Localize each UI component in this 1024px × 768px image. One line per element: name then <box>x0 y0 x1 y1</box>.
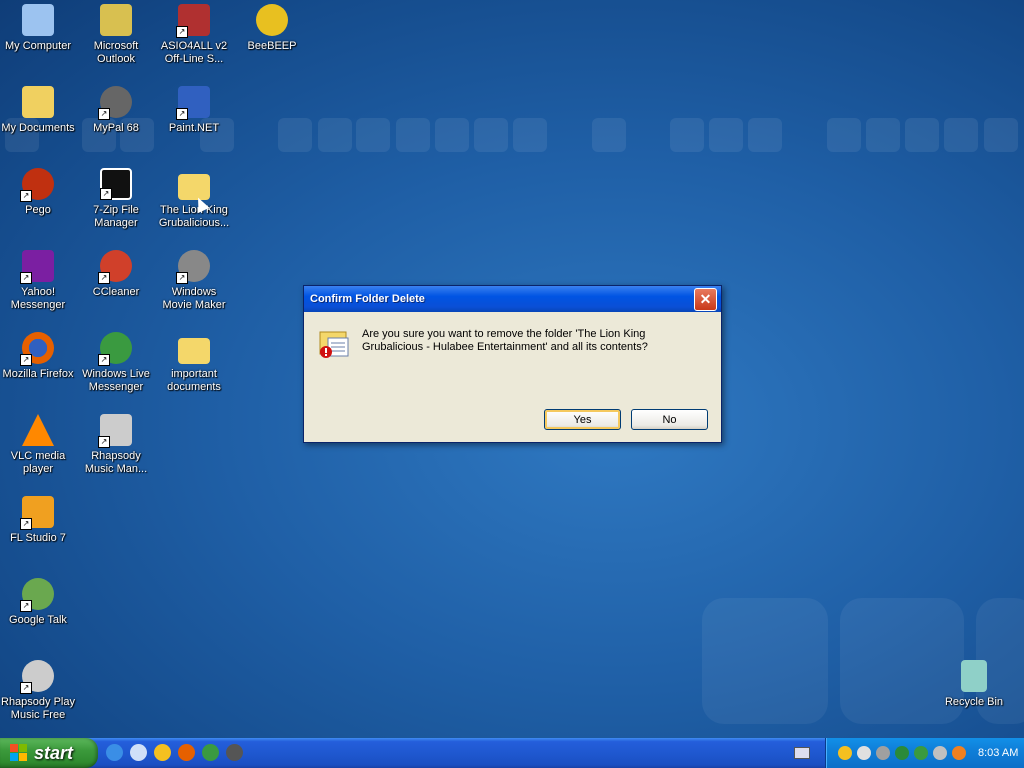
desktop-icon-label: Recycle Bin <box>944 696 1004 708</box>
rhapsody-play-icon: ↗ <box>20 660 54 694</box>
desktop-icon-yahoo-messenger[interactable]: ↗ Yahoo! Messenger <box>0 250 76 312</box>
search-icon[interactable] <box>952 746 966 760</box>
desktop-icon-google-talk[interactable]: ↗ Google Talk <box>0 578 76 627</box>
vlc-icon <box>22 414 54 446</box>
desktop-icon-firefox[interactable]: ↗ Mozilla Firefox <box>0 332 76 381</box>
desktop-icon-rhapsody[interactable]: ↗ Rhapsody Music Man... <box>78 414 154 476</box>
close-button[interactable]: ✕ <box>694 287 717 311</box>
movie-maker-icon: ↗ <box>176 250 210 284</box>
google-talk-icon: ↗ <box>20 578 54 612</box>
mypal-icon: ↗ <box>98 86 132 120</box>
system-tray: 8:03 AM <box>825 738 1024 768</box>
security-shield-icon[interactable] <box>838 746 852 760</box>
desktop-icon-label: Microsoft Outlook <box>93 40 139 65</box>
desktop-icon-label: Windows Movie Maker <box>162 286 226 311</box>
yes-button[interactable]: Yes <box>544 409 621 430</box>
dialog-titlebar[interactable]: Confirm Folder Delete ✕ <box>304 286 721 312</box>
desktop-icon-label: 7-Zip File Manager <box>93 204 139 229</box>
quick-launch <box>106 744 243 761</box>
fl-studio-icon: ↗ <box>20 496 54 530</box>
live-messenger-icon: ↗ <box>98 332 132 366</box>
taskbar: start 8:03 AM <box>0 738 1024 768</box>
desktop-icon-label: My Documents <box>1 122 75 134</box>
desktop-icon-label: CCleaner <box>92 286 140 298</box>
desktop-icon-label: VLC media player <box>10 450 66 475</box>
firefox-icon: ↗ <box>20 332 54 366</box>
desktop-icon-label: My Computer <box>4 40 72 52</box>
desktop-icon-mypal[interactable]: ↗ MyPal 68 <box>78 86 154 135</box>
folder-icon <box>178 174 210 200</box>
paint-net-icon: ↗ <box>176 86 210 120</box>
desktop-icon-my-computer[interactable]: My Computer <box>0 4 76 53</box>
desktop-icon-paint-net[interactable]: ↗ Paint.NET <box>156 86 232 135</box>
desktop-icon-label: BeeBEEP <box>247 40 297 52</box>
ccleaner-icon: ↗ <box>98 250 132 284</box>
windows-flag-icon <box>10 744 28 762</box>
desktop-icon-my-documents[interactable]: My Documents <box>0 86 76 135</box>
desktop-icon-movie-maker[interactable]: ↗ Windows Movie Maker <box>156 250 232 312</box>
desktop-icon-label: important documents <box>167 368 221 393</box>
dialog-buttons: Yes No <box>544 409 708 430</box>
tray-app-icon[interactable] <box>895 746 909 760</box>
start-label: start <box>34 742 74 763</box>
seven-zip-icon: ↗ <box>100 168 132 200</box>
recycle-bin-icon <box>961 660 987 692</box>
rhapsody-icon: ↗ <box>98 414 132 448</box>
desktop-icon-beebeep[interactable]: BeeBEEP <box>234 4 310 53</box>
desktop-icon-fl-studio[interactable]: ↗ FL Studio 7 <box>0 496 76 545</box>
desktop-icon-recycle-bin[interactable]: Recycle Bin <box>936 660 1012 709</box>
my-documents-icon <box>22 86 54 118</box>
tray-app-icon[interactable] <box>876 746 890 760</box>
folder-delete-warning-icon <box>318 326 352 360</box>
chat-tray-icon[interactable] <box>933 746 947 760</box>
dialog-body: Are you sure you want to remove the fold… <box>304 312 721 360</box>
live-messenger-icon[interactable] <box>202 744 219 761</box>
desktop-icon-label: The Lion King Grubalicious... <box>158 204 230 229</box>
no-button[interactable]: No <box>631 409 708 430</box>
confirm-folder-delete-dialog: Confirm Folder Delete ✕ Are you sure you… <box>303 285 722 443</box>
desktop-icon-label: Yahoo! Messenger <box>10 286 66 311</box>
desktop-icon-7zip[interactable]: ↗ 7-Zip File Manager <box>78 168 154 230</box>
desktop-icon-outlook[interactable]: Microsoft Outlook <box>78 4 154 66</box>
desktop-icon-label: Windows Live Messenger <box>82 368 150 393</box>
pego-icon: ↗ <box>20 168 54 202</box>
desktop-icon-label: Paint.NET <box>168 122 220 134</box>
desktop-icon-label: Pego <box>25 204 51 216</box>
yahoo-smiley-icon[interactable] <box>154 744 171 761</box>
desktop-icon-important-documents[interactable]: important documents <box>156 332 232 394</box>
desktop-icon-label: Mozilla Firefox <box>2 368 74 380</box>
dialog-title: Confirm Folder Delete <box>310 293 425 305</box>
asio4all-icon: ↗ <box>176 4 210 38</box>
desktop-icon-live-messenger[interactable]: ↗ Windows Live Messenger <box>78 332 154 394</box>
firefox-icon[interactable] <box>178 744 195 761</box>
desktop-icon-label: Rhapsody Play Music Free <box>1 696 75 721</box>
desktop-icon-ccleaner[interactable]: ↗ CCleaner <box>78 250 154 299</box>
desktop-icon-label: FL Studio 7 <box>10 532 66 544</box>
desktop-icon-asio4all[interactable]: ↗ ASIO4ALL v2 Off-Line S... <box>156 4 232 66</box>
dialog-message: Are you sure you want to remove the fold… <box>362 328 648 353</box>
tray-app-icon[interactable] <box>857 746 871 760</box>
beebeep-icon <box>256 4 288 36</box>
keyboard-icon[interactable] <box>794 747 810 759</box>
desktop-icon-rhapsody-play[interactable]: ↗ Rhapsody Play Music Free <box>0 660 76 722</box>
messenger-tray-icon[interactable] <box>914 746 928 760</box>
start-button[interactable]: start <box>0 738 98 768</box>
desktop-icon-label: ASIO4ALL v2 Off-Line S... <box>160 40 228 65</box>
mypal-icon[interactable] <box>226 744 243 761</box>
my-computer-icon <box>22 4 54 36</box>
outlook-express-icon[interactable] <box>130 744 147 761</box>
yahoo-messenger-icon: ↗ <box>20 250 54 284</box>
clock[interactable]: 8:03 AM <box>978 747 1018 759</box>
internet-explorer-icon[interactable] <box>106 744 123 761</box>
desktop-icon-vlc[interactable]: VLC media player <box>0 414 76 476</box>
desktop-icon-label: Google Talk <box>9 614 67 626</box>
desktop-icon-label: Rhapsody Music Man... <box>84 450 148 475</box>
outlook-icon <box>100 4 132 36</box>
folder-icon <box>178 338 210 364</box>
desktop-icon-label: MyPal 68 <box>93 122 139 134</box>
close-icon: ✕ <box>699 290 712 307</box>
desktop-icon-pego[interactable]: ↗ Pego <box>0 168 76 217</box>
